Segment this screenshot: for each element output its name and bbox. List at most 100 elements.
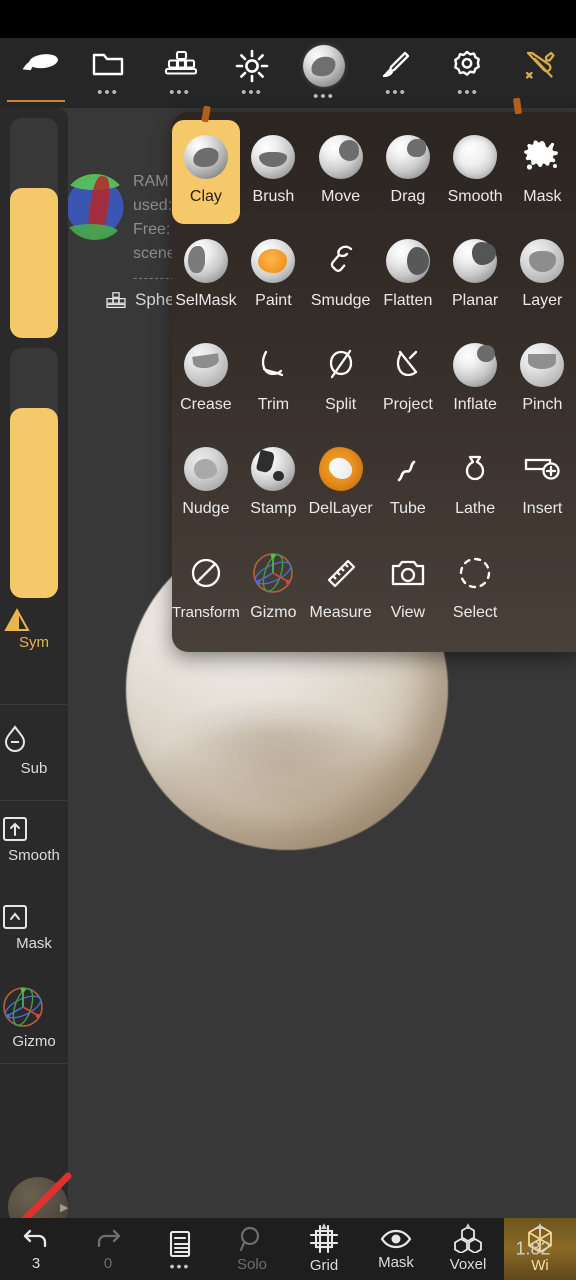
toolbar-item-material[interactable]: •••	[288, 38, 360, 108]
brush-label: Mask	[523, 188, 562, 205]
square-caret-up-icon	[0, 902, 68, 932]
intensity-slider[interactable]	[10, 348, 58, 598]
bottom-item-grid[interactable]: ▲ Grid	[288, 1218, 360, 1280]
brush-item-drag[interactable]: Drag	[374, 120, 441, 224]
brush-item-transform[interactable]: Transform	[172, 536, 240, 640]
toolbar-dots: •••	[169, 83, 191, 101]
brush-item-selmask[interactable]: SelMask	[172, 224, 240, 328]
brush-label: Pinch	[522, 396, 563, 413]
brush-item-crease[interactable]: Crease	[172, 328, 240, 432]
symmetry-icon	[0, 608, 68, 634]
bottom-item-undo[interactable]: 3	[0, 1218, 72, 1280]
brush-item-dellayer[interactable]: DelLayer	[307, 432, 374, 536]
radius-slider[interactable]	[10, 118, 58, 338]
brush-label: Nudge	[182, 500, 230, 517]
brush-item-inflate[interactable]: Inflate	[442, 328, 509, 432]
material-expand-caret-icon[interactable]: ▶	[60, 1201, 68, 1214]
brush-label: Project	[382, 396, 433, 413]
top-toolbar: ••• ••• ••• ••• ••• •••	[0, 38, 576, 108]
bottom-item-mask[interactable]: Mask	[360, 1218, 432, 1280]
brush-item-flatten[interactable]: Flatten	[374, 224, 441, 328]
sidebar-item-gizmo[interactable]: Gizmo	[0, 984, 68, 1050]
brush-label: Crease	[180, 396, 232, 413]
brush-item-measure[interactable]: Measure	[307, 536, 374, 640]
solo-label: Solo	[236, 1256, 268, 1273]
toolbar-item-sculpt[interactable]	[0, 38, 72, 108]
brush-item-clay[interactable]: Clay	[172, 120, 240, 224]
brush-label: Gizmo	[250, 604, 297, 621]
material-sphere-icon	[303, 44, 345, 87]
layers-stack-icon	[163, 49, 198, 83]
redo-count: 0	[103, 1255, 113, 1272]
brush-label: Inflate	[453, 396, 497, 413]
chevron-up-icon: ▲	[319, 1221, 329, 1232]
brush-item-planar[interactable]: Planar	[442, 224, 509, 328]
brush-item-move[interactable]: Move	[307, 120, 374, 224]
brush-label: Measure	[309, 604, 372, 621]
bottom-item-voxel[interactable]: ▲ Voxel	[432, 1218, 504, 1280]
brush-item-split[interactable]: Split	[307, 328, 374, 432]
brush-item-tube[interactable]: Tube	[374, 432, 441, 536]
square-up-arrow-icon	[0, 814, 68, 844]
brush-item-nudge[interactable]: Nudge	[172, 432, 240, 536]
bottom-item-solo[interactable]: Solo	[216, 1218, 288, 1280]
brush-item-smudge[interactable]: Smudge	[307, 224, 374, 328]
axis-green-bottom	[64, 224, 118, 240]
drag-ball-icon	[385, 134, 431, 180]
brush-item-trim[interactable]: Trim	[240, 328, 307, 432]
undo-arrow-icon	[21, 1226, 51, 1252]
gizmo-axis-icon	[0, 984, 68, 1030]
folder-icon	[91, 49, 125, 83]
brush-item-layer[interactable]: Layer	[509, 224, 576, 328]
brush-item-project[interactable]: Project	[374, 328, 441, 432]
brush-item-pinch[interactable]: Pinch	[509, 328, 576, 432]
toolbar-item-layers[interactable]: •••	[144, 38, 216, 108]
brush-item-stamp[interactable]: Stamp	[240, 432, 307, 536]
toolbar-item-settings[interactable]: •••	[432, 38, 504, 108]
brush-label: Paint	[255, 292, 292, 309]
chevron-up-icon: ▲	[463, 1221, 473, 1232]
brush-palette-panel: Clay Brush Move Drag Smooth Mask SelMask…	[172, 97, 576, 652]
crease-ball-icon	[183, 342, 229, 388]
toolbar-item-lighting[interactable]: •••	[216, 38, 288, 108]
sidebar-item-sym[interactable]: Sym	[0, 608, 68, 652]
view-axis-gizmo[interactable]	[62, 174, 128, 240]
voxel-label: Voxel	[449, 1256, 487, 1273]
grid-label: Grid	[309, 1257, 339, 1274]
camera-icon	[385, 550, 431, 596]
brush-item-paint[interactable]: Paint	[240, 224, 307, 328]
gizmo-label: Gizmo	[12, 1033, 56, 1050]
brush-item-gizmo[interactable]: Gizmo	[240, 536, 307, 640]
brush-label: SelMask	[175, 292, 237, 309]
brush-item-mask[interactable]: Mask	[509, 120, 576, 224]
scene-object-row[interactable]: Sphe	[105, 290, 175, 310]
sidebar-item-mask[interactable]: Mask	[0, 902, 68, 952]
inflate-ball-icon	[452, 342, 498, 388]
toolbar-item-files[interactable]: •••	[72, 38, 144, 108]
bottom-item-redo[interactable]: 0	[72, 1218, 144, 1280]
sidebar-item-smooth[interactable]: Smooth	[0, 814, 68, 864]
bottom-item-layers[interactable]: •••	[144, 1218, 216, 1280]
left-sidebar: Sym Sub Smooth Mask Gizmo ▶	[0, 108, 72, 1280]
selmask-ball-icon	[183, 238, 229, 284]
brush-label: Smudge	[310, 292, 371, 309]
sun-light-icon	[235, 49, 269, 83]
brush-label: Drag	[390, 188, 426, 205]
undo-count: 3	[31, 1255, 41, 1272]
brush-item-view[interactable]: View	[374, 536, 441, 640]
brush-item-select[interactable]: Select	[442, 536, 509, 640]
brush-item-smooth[interactable]: Smooth	[442, 120, 509, 224]
sym-label: Sym	[19, 634, 49, 651]
bottom-toolbar: 3 0 ••• Solo ▲ Grid Mask ▲ Voxel ▲ Wi 1.…	[0, 1218, 576, 1280]
sidebar-item-sub[interactable]: Sub	[0, 723, 68, 777]
brush-item-lathe[interactable]: Lathe	[442, 432, 509, 536]
toolbar-dots: •••	[241, 83, 263, 101]
ruler-icon	[318, 550, 364, 596]
tube-curve-icon	[385, 446, 431, 492]
toolbar-item-paint[interactable]: •••	[360, 38, 432, 108]
brush-item-insert[interactable]: Insert	[509, 432, 576, 536]
brush-item-brush[interactable]: Brush	[240, 120, 307, 224]
brush-grid: Clay Brush Move Drag Smooth Mask SelMask…	[172, 112, 576, 652]
move-ball-icon	[318, 134, 364, 180]
brush-label: View	[390, 604, 426, 621]
